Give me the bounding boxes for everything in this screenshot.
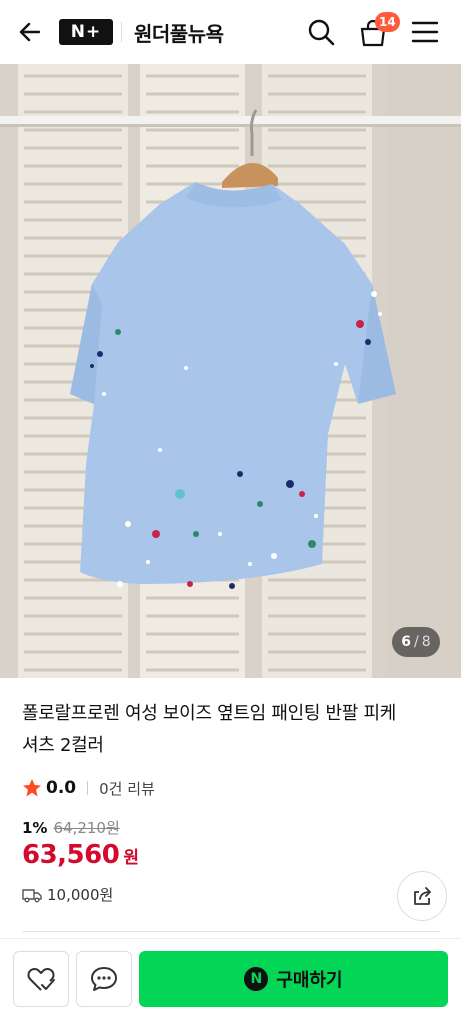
buy-button-label: 구매하기 — [276, 970, 343, 991]
bottom-action-bar: N 구매하기 — [0, 938, 461, 1024]
search-button[interactable] — [306, 17, 336, 47]
price-currency: 원 — [123, 848, 139, 868]
menu-button[interactable] — [411, 19, 439, 45]
brand-divider — [121, 22, 122, 42]
npay-icon: N — [244, 967, 269, 991]
shipping-row: 10,000원 — [22, 884, 113, 905]
image-counter-current: 6 — [401, 634, 412, 650]
sale-price: 63,560 — [22, 840, 120, 870]
image-counter: 6/8 — [392, 627, 440, 657]
wishlist-button[interactable] — [13, 951, 69, 1007]
talk-button[interactable] — [76, 951, 132, 1007]
share-icon — [414, 887, 431, 905]
shipping-fee: 10,000원 — [47, 886, 114, 904]
store-name[interactable]: 원더풀뉴욕 — [134, 18, 224, 47]
search-icon — [308, 19, 335, 46]
image-counter-separator: / — [414, 634, 419, 650]
original-price: 64,210원 — [53, 819, 120, 837]
chat-bubble-icon — [91, 967, 117, 991]
product-photo — [0, 64, 461, 678]
product-title-line1: 폴로랄프로렌 여성 보이즈 옆트임 패인팅 반팔 피케 — [22, 703, 396, 724]
product-title: 폴로랄프로렌 여성 보이즈 옆트임 패인팅 반팔 피케 셔츠 2컬러 — [22, 698, 442, 762]
back-arrow-icon — [19, 22, 41, 42]
cart-count-badge: 14 — [375, 12, 400, 32]
buy-button[interactable]: N 구매하기 — [139, 951, 448, 1007]
rating-divider — [87, 781, 89, 795]
discount-rate: 1% — [22, 819, 48, 837]
product-title-line2: 셔츠 2컬러 — [22, 735, 104, 756]
share-button[interactable] — [397, 871, 447, 921]
review-count-link[interactable]: 0건 리뷰 — [99, 778, 155, 799]
back-button[interactable] — [16, 18, 44, 46]
discount-row: 1% 64,210원 — [22, 817, 120, 838]
app-header: N+ 원더풀뉴욕 14 — [0, 0, 461, 64]
image-counter-total: 8 — [421, 634, 431, 650]
price-row: 63,560 원 — [22, 840, 139, 870]
rating-value: 0.0 — [46, 778, 77, 798]
heart-check-icon — [27, 968, 55, 991]
rating-row: 0.0 0건 리뷰 — [22, 776, 155, 800]
star-icon — [23, 779, 41, 797]
menu-icon — [411, 21, 439, 43]
truck-icon — [22, 888, 42, 902]
brand-logo[interactable]: N+ — [59, 19, 113, 45]
info-divider — [22, 931, 440, 932]
product-image[interactable] — [0, 64, 461, 678]
